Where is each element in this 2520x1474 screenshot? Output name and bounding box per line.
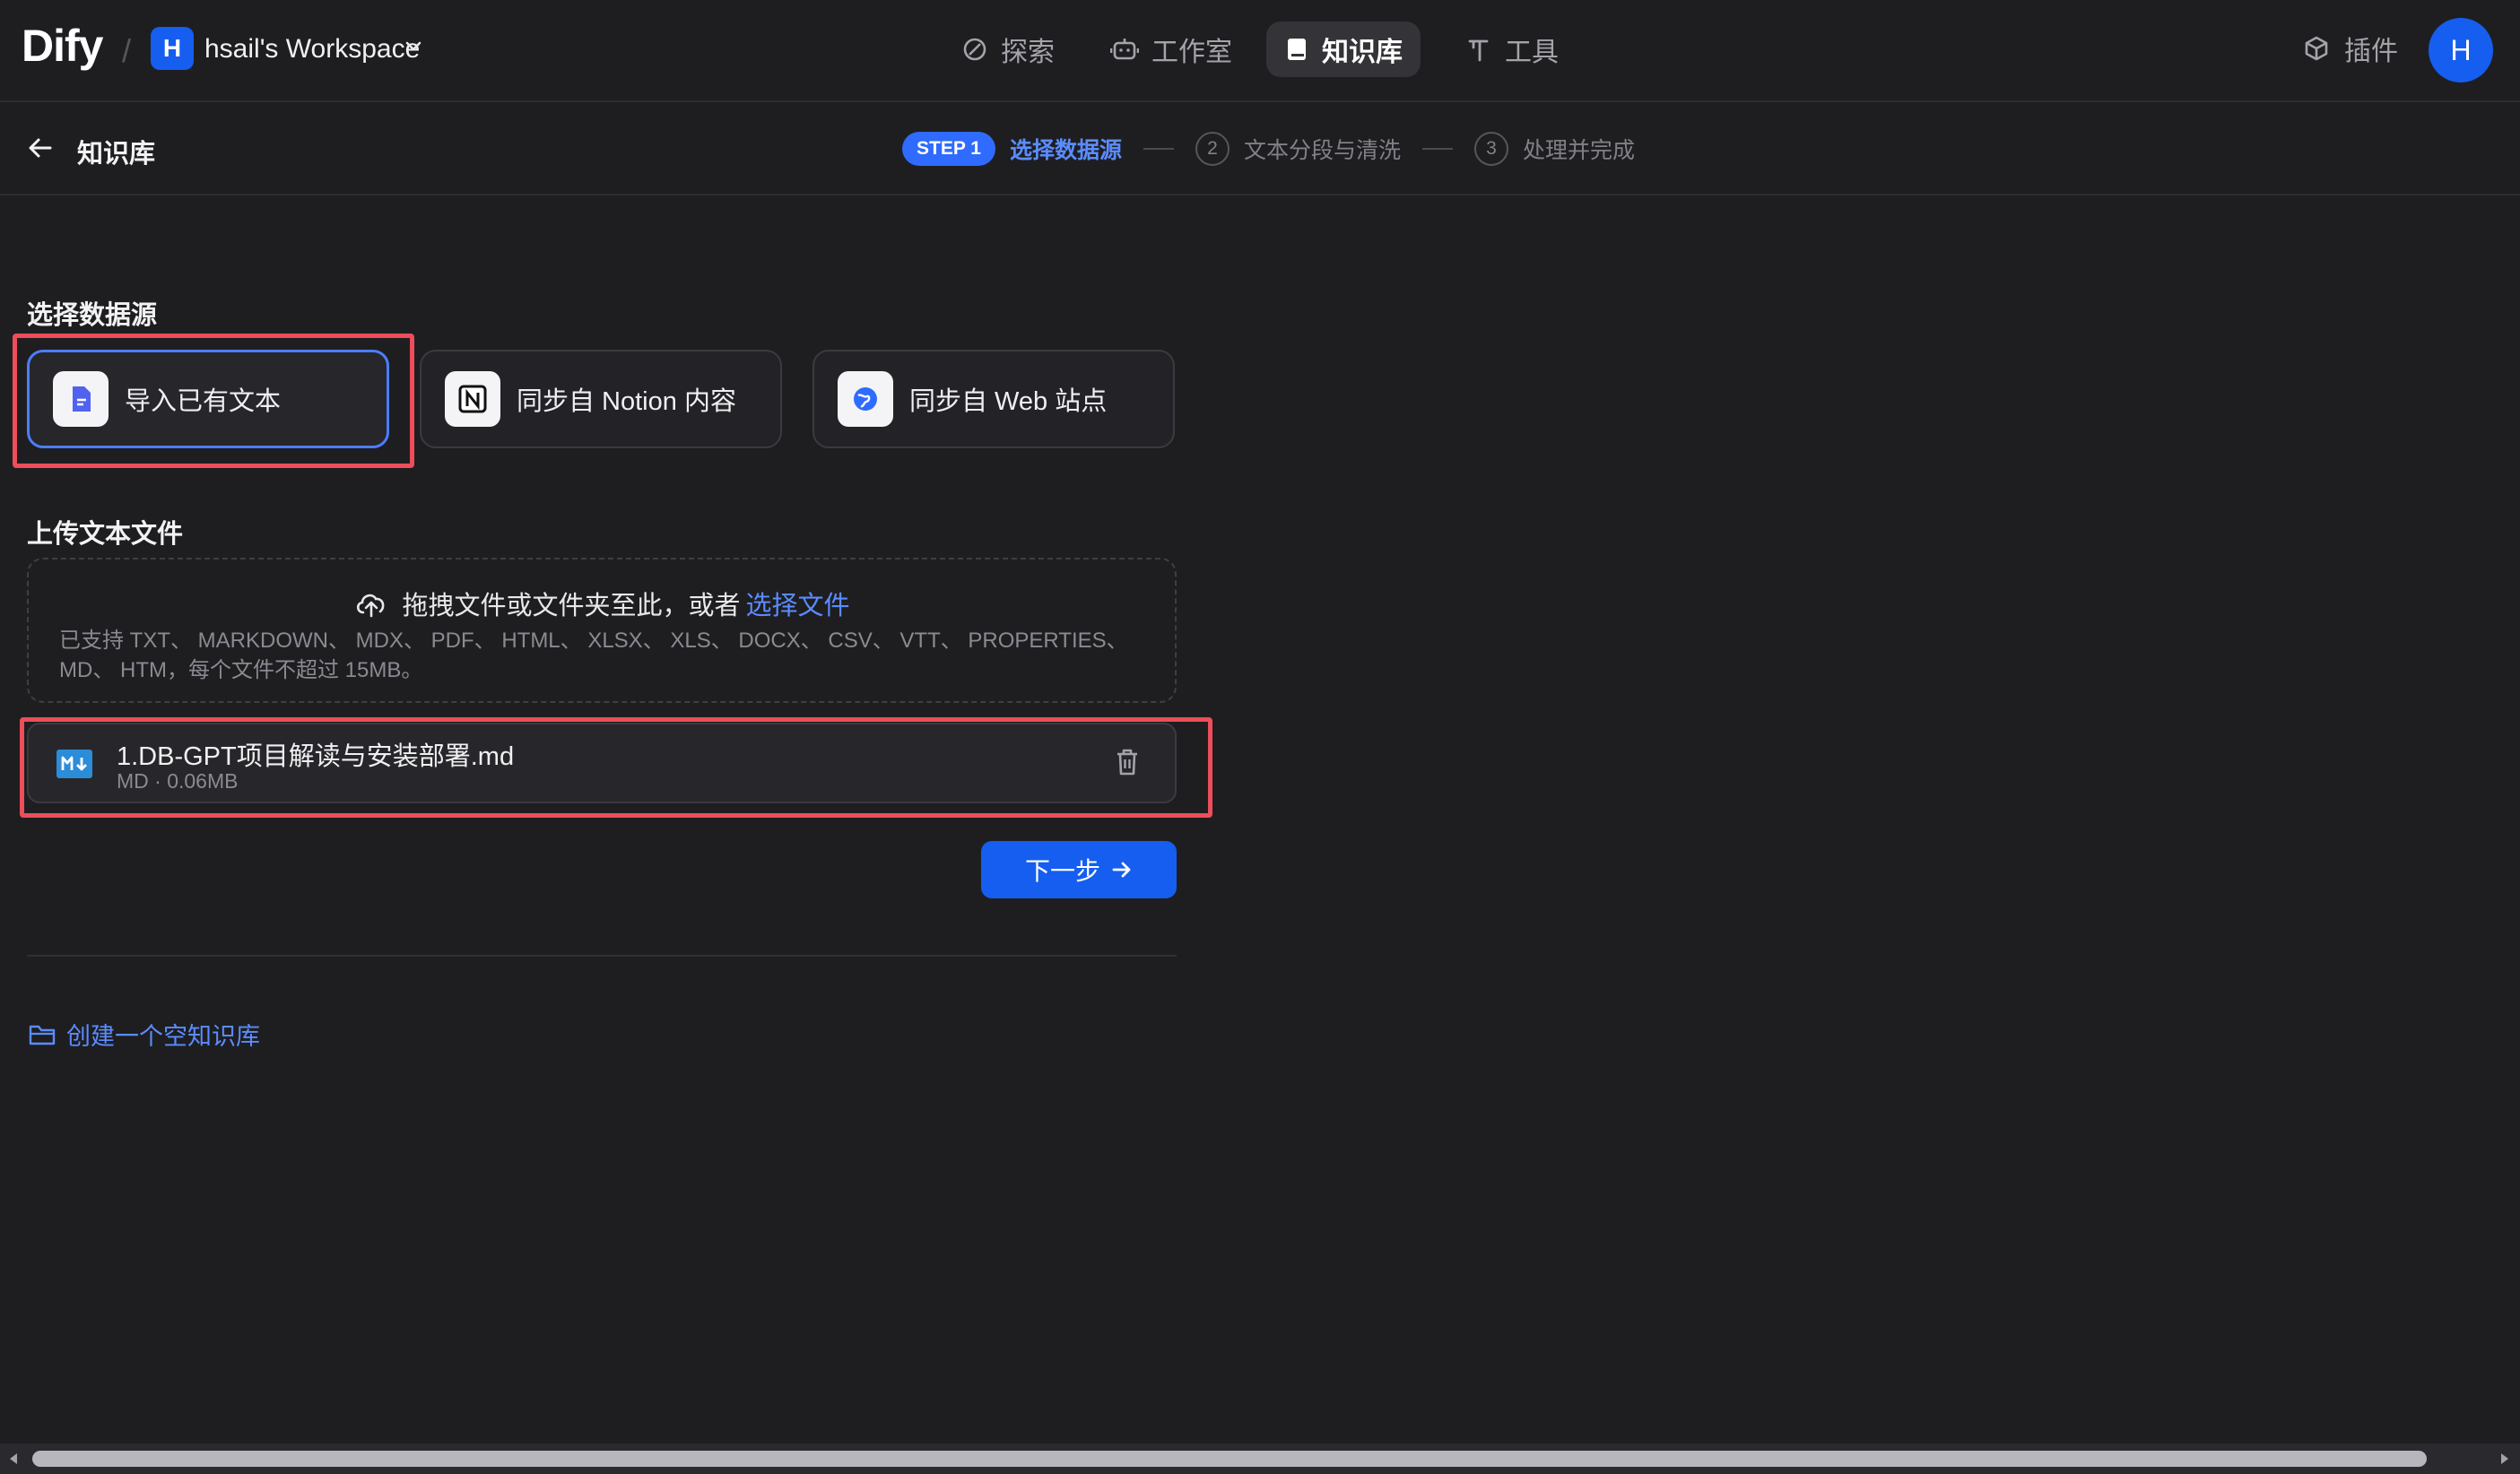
hammer-icon [1465,36,1492,63]
user-avatar[interactable]: H [2429,18,2493,82]
nav-tools-label: 工具 [1505,38,1559,67]
top-nav-bar: Dify / H hsail's Workspace 探索 工作室 知识库 工具… [0,0,2520,102]
choose-file-link[interactable]: 选择文件 [746,585,850,622]
nav-studio[interactable]: 工作室 [1092,22,1250,77]
next-step-button[interactable]: 下一步 [981,841,1177,898]
book-icon [1284,36,1309,63]
dropzone-text: 拖拽文件或文件夹至此，或者 [402,592,741,620]
step-1-label: 选择数据源 [1009,138,1122,163]
compass-icon [961,36,988,63]
workspace-separator: / [122,32,132,69]
plugin-label: 插件 [2344,37,2398,66]
step-3-label: 处理并完成 [1523,138,1636,163]
step-1-pill: STEP 1 [902,132,995,166]
globe-icon [838,371,893,427]
workspace-name[interactable]: hsail's Workspace [204,34,420,65]
step-2-label: 文本分段与清洗 [1244,138,1402,163]
uploaded-file-item[interactable]: 1.DB-GPT项目解读与安装部署.md MD · 0.06MB [27,723,1177,803]
horizontal-scrollbar[interactable] [0,1444,2520,1474]
markdown-file-icon [56,748,93,780]
trash-icon[interactable] [1114,748,1141,776]
file-name: 1.DB-GPT项目解读与安装部署.md [117,742,515,771]
source-card-web[interactable]: 同步自 Web 站点 [812,350,1175,448]
nav-knowledge[interactable]: 知识库 [1266,22,1421,77]
plugin-button[interactable]: 插件 [2303,29,2398,68]
step-indicator: STEP 1 选择数据源 2 文本分段与清洗 3 处理并完成 [902,131,1635,167]
next-button-label: 下一步 [1024,857,1100,885]
scroll-left-arrow-icon[interactable] [5,1451,22,1467]
dropzone-prompt: 拖拽文件或文件夹至此，或者 选择文件 [29,585,1175,622]
step-connector [1422,148,1454,150]
scroll-right-arrow-icon[interactable] [2497,1451,2513,1467]
chevron-down-icon[interactable] [405,41,421,52]
cube-icon [2303,35,2330,62]
nav-knowledge-label: 知识库 [1322,38,1403,67]
document-icon [53,371,109,427]
workspace-badge[interactable]: H [151,27,194,70]
nav-explore[interactable]: 探索 [943,22,1073,77]
source-card-import-text[interactable]: 导入已有文本 [27,350,389,448]
page-header: 知识库 STEP 1 选择数据源 2 文本分段与清洗 3 处理并完成 [0,102,2520,195]
source-card-label: 同步自 Notion 内容 [517,387,736,416]
source-card-notion[interactable]: 同步自 Notion 内容 [420,350,782,448]
step-connector [1143,148,1174,150]
file-dropzone[interactable]: 拖拽文件或文件夹至此，或者 选择文件 已支持 TXT、 MARKDOWN、 MDX… [27,558,1177,703]
supported-formats-text: 已支持 TXT、 MARKDOWN、 MDX、 PDF、 HTML、 XLSX、… [59,629,1128,682]
step-3-number: 3 [1474,132,1509,166]
source-card-label: 导入已有文本 [125,387,282,416]
cloud-upload-icon [353,589,389,618]
arrow-left-icon[interactable] [27,134,54,161]
arrow-right-icon [1111,859,1133,880]
robot-icon [1110,36,1139,63]
file-meta: MD · 0.06MB [117,769,239,793]
create-empty-label: 创建一个空知识库 [66,1023,260,1050]
dify-logo[interactable]: Dify [22,20,103,72]
step-2-number: 2 [1195,132,1230,166]
notion-icon [445,371,500,427]
source-card-label: 同步自 Web 站点 [909,387,1108,416]
scrollbar-thumb[interactable] [32,1451,2427,1467]
page-title: 知识库 [77,140,156,169]
nav-studio-label: 工作室 [1151,38,1232,67]
nav-explore-label: 探索 [1001,38,1055,67]
data-source-heading: 选择数据源 [27,301,158,330]
upload-heading: 上传文本文件 [27,520,184,549]
nav-tools[interactable]: 工具 [1447,22,1577,77]
create-empty-knowledge-link[interactable]: 创建一个空知识库 [29,1017,260,1052]
section-divider [27,955,1177,957]
folder-icon [29,1023,56,1046]
